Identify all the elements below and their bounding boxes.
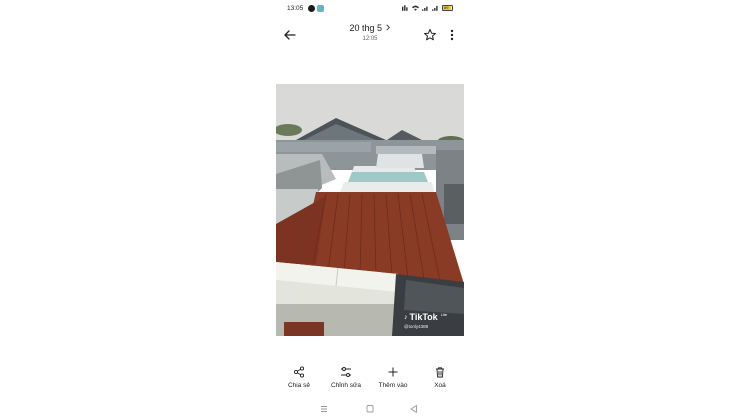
edit-icon <box>341 367 351 377</box>
status-bar: 13:05 89 <box>287 3 453 15</box>
signal-icon <box>422 6 428 11</box>
delete-button[interactable]: Xoá <box>417 366 463 389</box>
rooftop-photo <box>276 84 464 336</box>
system-nav-bar <box>276 402 464 416</box>
favorite-star-icon[interactable] <box>420 25 440 45</box>
delete-label: Xoá <box>434 382 446 389</box>
watermark-brand: ♪ TikTok Lite <box>404 311 448 323</box>
status-indicators: 89 <box>402 5 453 11</box>
share-label: Chia sẻ <box>287 382 311 389</box>
signal-icon-2 <box>432 5 438 11</box>
edit-label: Chỉnh sửa <box>330 382 361 389</box>
facebook-icon <box>308 5 315 12</box>
add-to-button[interactable]: Thêm vào <box>370 366 416 389</box>
delete-icon <box>436 367 444 378</box>
share-icon <box>293 366 305 378</box>
battery-icon: 89 <box>442 5 453 11</box>
battery-label: 89 <box>444 5 449 10</box>
edit-button[interactable]: Chỉnh sửa <box>323 366 369 389</box>
back-arrow-icon[interactable] <box>280 25 300 45</box>
alarm-icon <box>402 5 408 11</box>
wifi-icon <box>412 5 419 11</box>
time-subtitle: 12:05 <box>362 36 378 42</box>
top-bar: 20 thg 5 12:05 <box>276 18 464 50</box>
tiktok-watermark: ♪ TikTok Lite @tonly4388 <box>404 311 448 330</box>
status-time: 13:05 <box>287 5 304 12</box>
add-icon <box>388 367 398 377</box>
home-icon[interactable] <box>364 404 376 414</box>
back-nav-icon[interactable] <box>408 404 420 414</box>
recent-apps-icon[interactable] <box>318 404 330 414</box>
action-bar: Chia sẻ Chỉnh sửa Thêm vào Xoá <box>276 366 464 396</box>
chevron-right-icon <box>385 24 390 31</box>
add-to-label: Thêm vào <box>378 382 408 389</box>
photo-viewer[interactable]: ♪ TikTok Lite @tonly4388 <box>276 84 464 336</box>
date-title: 20 thg 5 <box>349 23 382 33</box>
watermark-user: @tonly4388 <box>404 324 429 329</box>
watermark-brand-name: TikTok <box>409 312 438 322</box>
page-title: 20 thg 5 <box>316 23 424 34</box>
app-notification-icon <box>317 5 324 12</box>
photo-date-header[interactable]: 20 thg 5 12:05 <box>316 23 424 42</box>
share-button[interactable]: Chia sẻ <box>276 366 322 389</box>
watermark-edition: Lite <box>440 311 448 317</box>
tiktok-logo-icon: ♪ <box>404 313 408 321</box>
more-options-icon[interactable] <box>442 25 462 45</box>
